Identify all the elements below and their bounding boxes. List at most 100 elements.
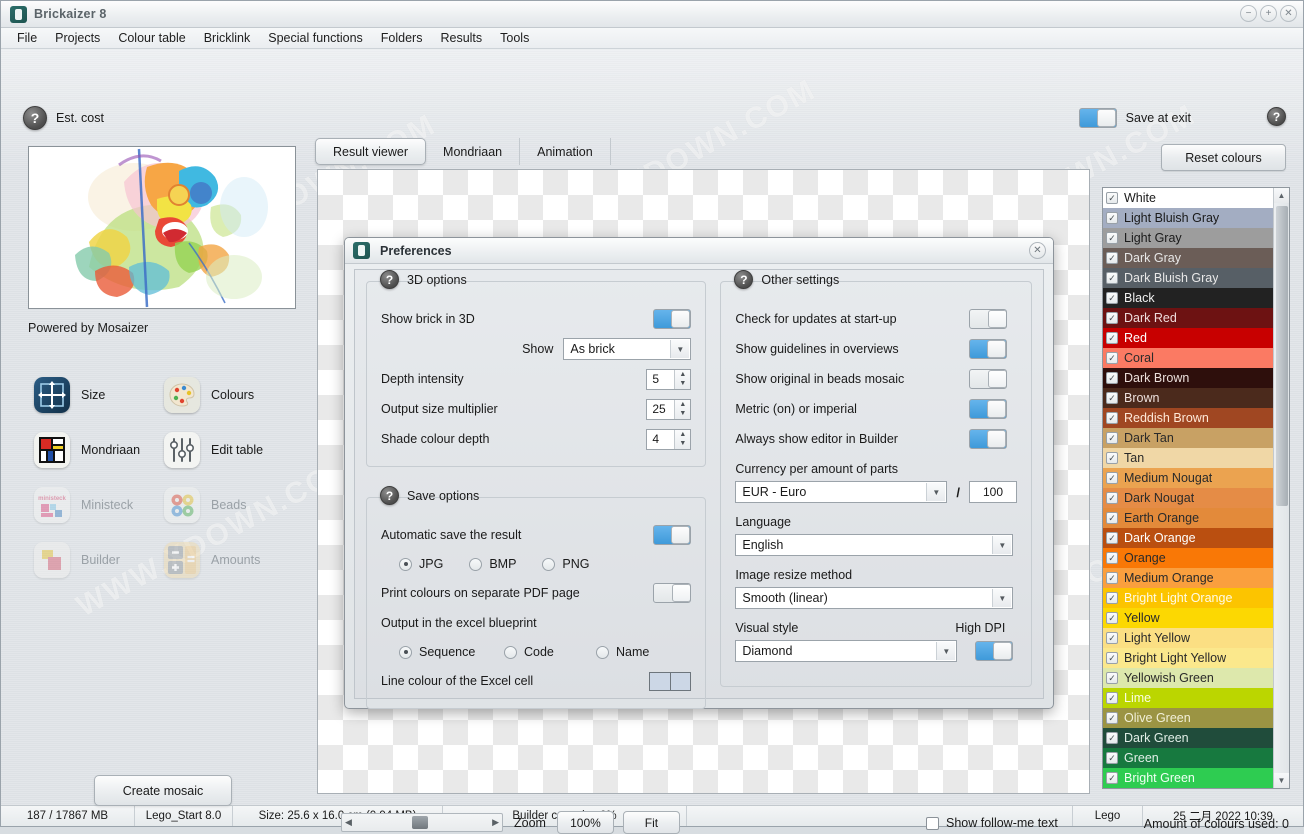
colour-row[interactable]: ✓ Tan (1103, 448, 1273, 468)
check-icon[interactable]: ✓ (1106, 212, 1118, 224)
colour-row[interactable]: ✓ Medium Orange (1103, 568, 1273, 588)
check-icon[interactable]: ✓ (1106, 772, 1118, 784)
resize-method-dropdown[interactable]: Smooth (linear) ▼ (735, 587, 1014, 609)
horizontal-scrollbar[interactable]: ◀ ▶ (341, 813, 503, 832)
check-icon[interactable]: ✓ (1106, 192, 1118, 204)
check-icon[interactable]: ✓ (1106, 432, 1118, 444)
check-icon[interactable]: ✓ (1106, 472, 1118, 484)
colour-row[interactable]: ✓ Lime (1103, 688, 1273, 708)
depth-intensity-stepper[interactable]: 5 ▲ ▼ (646, 368, 692, 390)
check-icon[interactable]: ✓ (1106, 512, 1118, 524)
chevron-down-icon[interactable]: ▼ (926, 483, 946, 501)
colour-row[interactable]: ✓ Dark Orange (1103, 528, 1273, 548)
check-icon[interactable]: ✓ (1106, 332, 1118, 344)
show-mode-dropdown[interactable]: As brick ▼ (563, 338, 692, 360)
minimize-button[interactable]: − (1240, 5, 1257, 22)
check-icon[interactable]: ✓ (1106, 292, 1118, 304)
stepper-down-icon[interactable]: ▼ (675, 439, 690, 449)
check-icon[interactable]: ✓ (1106, 392, 1118, 404)
tab-animation[interactable]: Animation (520, 138, 611, 165)
question-mark-icon[interactable]: ? (380, 270, 399, 289)
save-at-exit-group[interactable]: Save at exit (1078, 108, 1191, 128)
colour-row[interactable]: ✓ Dark Brown (1103, 368, 1273, 388)
colour-row[interactable]: ✓ Dark Gray (1103, 248, 1273, 268)
show-brick-3d-toggle[interactable] (653, 309, 692, 329)
tool-button-colours[interactable]: Colours (164, 367, 294, 422)
visual-style-dropdown[interactable]: Diamond ▼ (735, 640, 958, 662)
stepper-down-icon[interactable]: ▼ (675, 409, 690, 419)
check-icon[interactable]: ✓ (1106, 572, 1118, 584)
colour-list-scrollbar[interactable]: ▲ ▼ (1273, 188, 1289, 788)
stepper-up-icon[interactable]: ▲ (675, 370, 690, 380)
menu-item-folders[interactable]: Folders (372, 29, 432, 47)
excel-option-sequence[interactable]: Sequence (399, 645, 504, 659)
stepper-down-icon[interactable]: ▼ (675, 379, 690, 389)
triangle-down-icon[interactable]: ▼ (1274, 773, 1289, 788)
close-button[interactable]: ✕ (1280, 5, 1297, 22)
radio-dot-icon[interactable] (542, 557, 556, 571)
shade-colour-depth-stepper[interactable]: 4 ▲ ▼ (646, 428, 692, 450)
check-icon[interactable]: ✓ (1106, 632, 1118, 644)
menu-item-bricklink[interactable]: Bricklink (195, 29, 260, 47)
scrollbar-thumb[interactable] (412, 816, 428, 829)
colour-row[interactable]: ✓ Brown (1103, 388, 1273, 408)
check-icon[interactable]: ✓ (1106, 732, 1118, 744)
colour-row[interactable]: ✓ Dark Red (1103, 308, 1273, 328)
currency-amount-input[interactable]: 100 (969, 481, 1017, 503)
fit-button[interactable]: Fit (622, 811, 680, 834)
zoom-value-button[interactable]: 100% (556, 811, 614, 834)
colour-row[interactable]: ✓ Red (1103, 328, 1273, 348)
check-icon[interactable]: ✓ (1106, 412, 1118, 424)
output-size-multiplier-stepper[interactable]: 25 ▲ ▼ (646, 398, 692, 420)
check-icon[interactable]: ✓ (1106, 312, 1118, 324)
menu-item-file[interactable]: File (8, 29, 46, 47)
colour-row[interactable]: ✓ Yellow (1103, 608, 1273, 628)
image-preview[interactable] (28, 146, 296, 309)
menu-item-projects[interactable]: Projects (46, 29, 109, 47)
tab-result-viewer[interactable]: Result viewer (315, 138, 427, 165)
line-colour-swatch[interactable] (649, 671, 692, 691)
colour-row[interactable]: ✓ Orange (1103, 548, 1273, 568)
other-toggle-switch[interactable] (969, 369, 1007, 389)
radio-dot-icon[interactable] (399, 645, 412, 659)
triangle-up-icon[interactable]: ▲ (1274, 188, 1289, 203)
colour-row[interactable]: ✓ Earth Orange (1103, 508, 1273, 528)
check-icon[interactable]: ✓ (1106, 712, 1118, 724)
radio-dot-icon[interactable] (399, 557, 412, 571)
menu-item-results[interactable]: Results (431, 29, 491, 47)
colour-row[interactable]: ✓ Light Bluish Gray (1103, 208, 1273, 228)
check-icon[interactable]: ✓ (1106, 552, 1118, 564)
colour-row[interactable]: ✓ Dark Nougat (1103, 488, 1273, 508)
menu-item-tools[interactable]: Tools (491, 29, 538, 47)
automatic-save-toggle[interactable] (653, 525, 692, 545)
other-toggle-switch[interactable] (969, 309, 1007, 329)
scrollbar-thumb[interactable] (1276, 206, 1288, 506)
check-icon[interactable]: ✓ (1106, 692, 1118, 704)
menu-item-colour-table[interactable]: Colour table (109, 29, 194, 47)
show-follow-me-text-group[interactable]: Show follow-me text (926, 816, 1058, 830)
colour-row[interactable]: ✓ Bright Light Orange (1103, 588, 1273, 608)
colour-row[interactable]: ✓ Coral (1103, 348, 1273, 368)
colour-row[interactable]: ✓ Green (1103, 748, 1273, 768)
radio-dot-icon[interactable] (504, 645, 517, 659)
maximize-button[interactable]: + (1260, 5, 1277, 22)
format-option-jpg[interactable]: JPG (399, 557, 443, 571)
close-icon[interactable]: ✕ (1029, 242, 1046, 259)
check-icon[interactable]: ✓ (1106, 612, 1118, 624)
print-colours-pdf-toggle[interactable] (653, 583, 692, 603)
check-icon[interactable]: ✓ (1106, 352, 1118, 364)
other-toggle-switch[interactable] (969, 339, 1007, 359)
colour-row[interactable]: ✓ Yellowish Green (1103, 668, 1273, 688)
check-icon[interactable]: ✓ (1106, 272, 1118, 284)
check-icon[interactable]: ✓ (1106, 592, 1118, 604)
show-follow-me-checkbox[interactable] (926, 816, 939, 830)
colour-list[interactable]: ✓ White ✓ Light Bluish Gray ✓ Light Gray ✓ Dark… (1103, 188, 1273, 788)
colour-row[interactable]: ✓ Bright Light Yellow (1103, 648, 1273, 668)
triangle-left-icon[interactable]: ◀ (345, 817, 352, 828)
chevron-down-icon[interactable]: ▼ (992, 589, 1012, 607)
check-icon[interactable]: ✓ (1106, 532, 1118, 544)
colour-row[interactable]: ✓ White (1103, 188, 1273, 208)
menu-item-special-functions[interactable]: Special functions (259, 29, 372, 47)
check-icon[interactable]: ✓ (1106, 652, 1118, 664)
excel-option-name[interactable]: Name (596, 645, 649, 659)
